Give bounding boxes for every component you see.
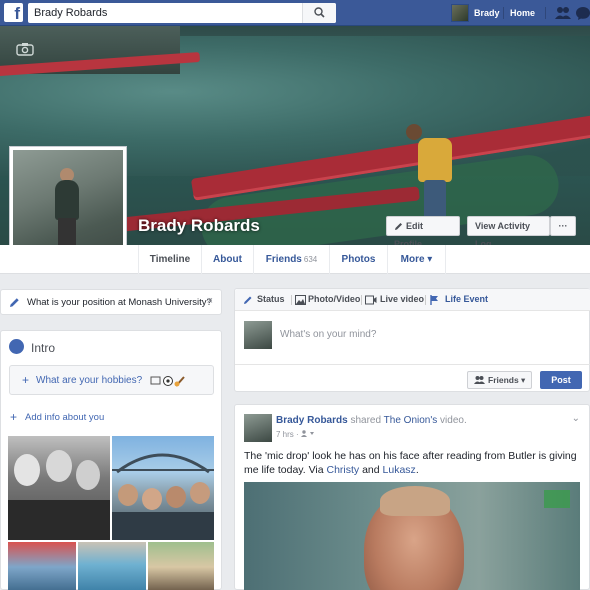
search-button[interactable] [302,3,336,23]
profile-tab-bar: Timeline About Friends 634 Photos More ▾ [0,245,590,274]
friends-count: 634 [303,255,318,264]
pencil-icon [244,296,252,304]
top-navigation-bar: f Brady Home [0,0,590,26]
hobbies-text: What are your hobbies? [36,375,143,386]
post-action: shared [350,415,382,426]
more-options-button[interactable]: ··· [550,216,576,236]
tab-divider [361,295,362,305]
intro-card: Intro + What are your hobbies? + Add inf… [0,330,222,590]
cover-person-jacket [418,138,452,182]
composer-tab-life-event[interactable]: Life Event [445,294,488,304]
friend-requests-icon[interactable] [555,6,571,20]
intro-title: Intro [31,341,56,355]
audience-selector[interactable]: Friends ▾ [467,371,532,389]
cover-person-head [406,124,422,140]
post-button[interactable]: Post [540,371,582,389]
harbour-bridge-graphic [112,453,214,474]
camera-icon[interactable] [16,42,34,56]
photo-face [76,460,100,490]
photo-shadow [8,500,110,540]
audience-friends-icon[interactable] [300,430,315,437]
photo-icon [295,295,306,305]
hobby-emoji-icons [150,376,185,387]
add-info-link[interactable]: Add info about you [25,412,104,423]
audience-label: Friends ▾ [488,375,526,385]
photo-shirts [112,512,214,540]
tab-about[interactable]: About [202,245,254,274]
intro-photo[interactable] [78,542,146,590]
tab-friends-label: Friends [265,254,302,265]
intro-photo[interactable] [8,436,110,540]
nav-divider [503,7,504,19]
nav-divider [545,7,546,19]
edit-profile-button[interactable]: Edit Profile [386,216,460,249]
tab-timeline[interactable]: Timeline [139,245,202,274]
pencil-icon [10,298,19,307]
profile-link[interactable]: Brady [474,8,500,18]
composer-footer: Friends ▾ Post [235,364,590,393]
messages-icon[interactable] [576,6,590,20]
tab-more[interactable]: More ▾ [388,245,446,274]
search-icon [314,7,325,18]
post-source-link[interactable]: The Onion's [384,415,438,426]
post-author-link[interactable]: Brady Robards [276,415,348,426]
composer-tab-status[interactable]: Status [257,294,285,304]
profile-person-body [55,180,79,220]
globe-icon [9,339,24,354]
photo-face [118,484,138,506]
video-person-hair [380,486,450,516]
search-box [28,3,336,23]
post-text-end: . [415,464,419,476]
feed-post: Brady Robards shared The Onion's video. … [234,404,590,590]
shared-video[interactable] [244,482,580,590]
post-body: The 'mic drop' look he has on his face a… [244,449,584,477]
composer-tabs: Status Photo/Video Live video Life Event [235,289,590,311]
profile-question-card: What is your position at Monash Universi… [0,289,222,315]
video-channel-logo [544,490,570,508]
composer-tab-live-video[interactable]: Live video [380,294,424,304]
profile-name[interactable]: Brady Robards [138,216,260,236]
composer-input[interactable]: What's on your mind? [280,329,376,340]
photo-face [46,450,72,482]
facebook-logo[interactable]: f [4,3,23,22]
tab-divider [425,295,426,305]
friends-icon [474,376,485,384]
photo-face [142,488,162,510]
post-composer: Status Photo/Video Live video Life Event… [234,288,590,392]
flag-icon [430,295,438,305]
photo-face [14,454,40,486]
plus-icon: + [22,373,30,387]
home-link[interactable]: Home [510,8,535,18]
composer-tab-photo-video[interactable]: Photo/Video [308,294,360,304]
post-timestamp[interactable]: 7 hrs [276,430,294,439]
photo-face [190,482,210,504]
intro-photo[interactable] [8,542,76,590]
composer-avatar [244,321,272,349]
tab-friends[interactable]: Friends 634 [254,245,330,274]
user-avatar[interactable] [451,4,469,22]
live-video-icon [365,295,377,305]
close-icon[interactable]: × [207,295,213,307]
search-input[interactable] [28,3,308,23]
post-meta: 7 hrs · [276,430,315,439]
intro-photo[interactable] [112,436,214,540]
profile-picture-image [13,150,123,260]
post-text-and: and [359,464,383,476]
view-activity-log-button[interactable]: View Activity Log [467,216,550,249]
post-header: Brady Robards shared The Onion's video. [276,415,467,426]
post-author-avatar[interactable] [244,414,272,442]
chevron-down-icon[interactable]: ⌄ [572,413,580,424]
mention-link[interactable]: Christy [327,464,360,476]
separator-dot: · [296,430,299,439]
pencil-icon [395,223,402,230]
tab-divider [291,295,292,305]
hobbies-prompt[interactable]: + What are your hobbies? [9,365,214,395]
plus-icon: + [10,410,18,424]
profile-question[interactable]: What is your position at Monash Universi… [27,297,212,308]
tab-photos[interactable]: Photos [330,245,388,274]
photo-face [166,486,186,508]
mention-link[interactable]: Lukasz [383,464,416,476]
intro-photo[interactable] [148,542,214,590]
post-object: video. [440,415,467,426]
